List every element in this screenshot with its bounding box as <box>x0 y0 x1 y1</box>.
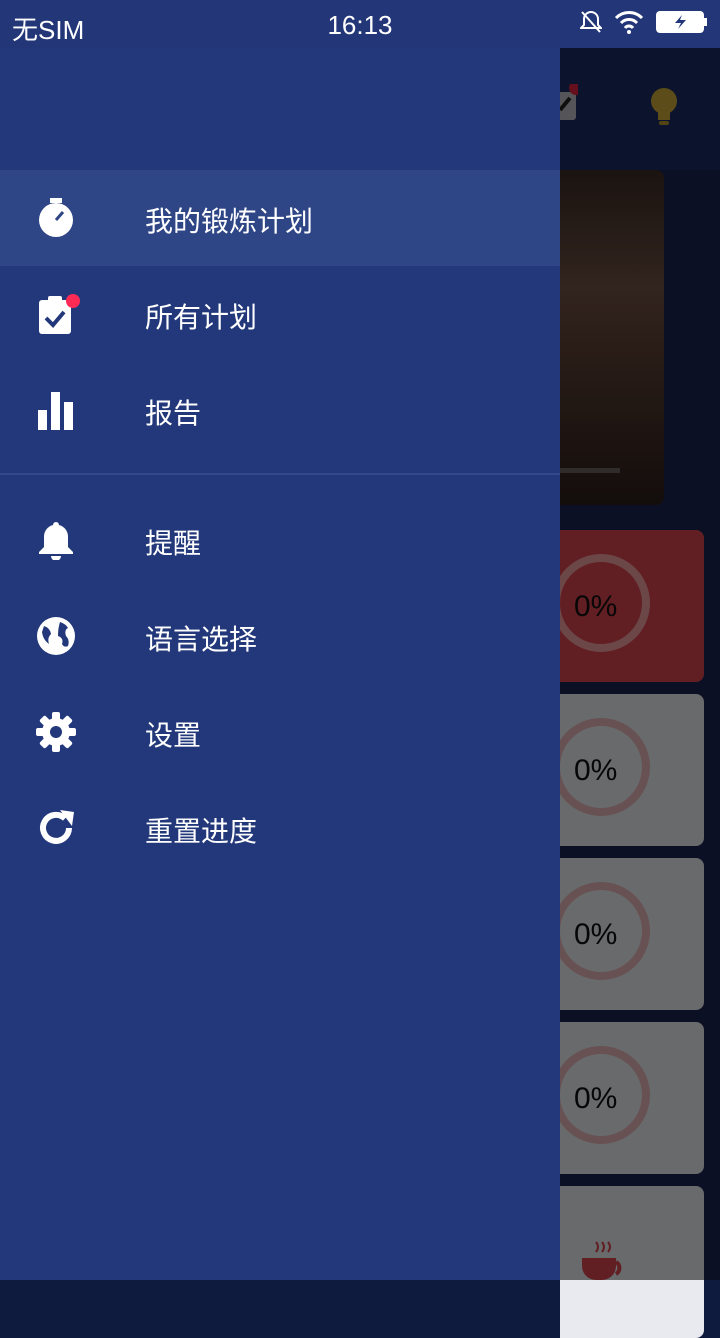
navigation-drawer: 我的锻炼计划 所有计划 报告 提醒 语言选择 设置 重置进度 <box>0 48 560 1280</box>
menu-divider <box>0 473 560 475</box>
menu-item-report[interactable]: 报告 <box>0 362 560 458</box>
menu-label: 所有计划 <box>145 301 258 334</box>
menu-item-settings[interactable]: 设置 <box>0 684 560 780</box>
menu-item-language[interactable]: 语言选择 <box>0 588 560 684</box>
bell-icon <box>39 522 73 560</box>
battery-icon <box>656 11 707 33</box>
menu-item-all-plans[interactable]: 所有计划 <box>0 266 560 362</box>
menu-item-reset-progress[interactable]: 重置进度 <box>0 780 560 876</box>
refresh-icon <box>40 810 74 844</box>
menu-label: 提醒 <box>145 527 202 560</box>
mute-bell-icon <box>580 10 602 33</box>
notification-badge <box>66 294 80 308</box>
menu-label: 重置进度 <box>145 815 258 848</box>
wifi-icon <box>614 11 644 34</box>
stopwatch-icon <box>39 198 73 237</box>
globe-icon <box>37 617 75 655</box>
menu-item-my-workout-plan[interactable]: 我的锻炼计划 <box>0 170 560 266</box>
gear-icon <box>36 712 76 752</box>
menu-label: 我的锻炼计划 <box>145 205 314 238</box>
menu-item-reminder[interactable]: 提醒 <box>0 492 560 588</box>
menu-label: 报告 <box>145 397 202 430</box>
bar-chart-icon <box>38 392 73 430</box>
menu-label: 设置 <box>145 719 202 752</box>
status-bar: 无SIM 16:13 <box>0 0 720 48</box>
menu-label: 语言选择 <box>145 623 258 656</box>
clipboard-check-icon <box>39 294 80 334</box>
